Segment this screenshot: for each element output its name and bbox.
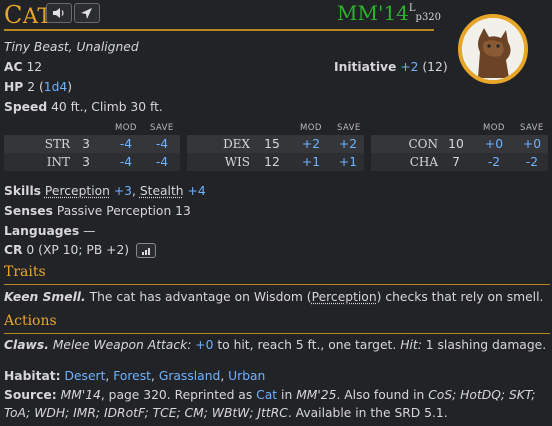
stat-score: 15 [264,137,280,151]
habitat: Habitat: Desert, Forest, Grassland, Urba… [4,369,266,383]
mod-header: MOD [300,123,322,133]
attack-roll[interactable]: +0 [195,338,213,352]
traits-heading: Traits [4,264,46,280]
header-rule [4,29,434,31]
stat-score: 3 [82,155,90,169]
stat-save-roll[interactable]: -4 [148,137,176,151]
habitat-link-urban[interactable]: Urban [228,369,265,383]
navigate-icon [81,7,92,19]
speaker-button[interactable] [46,3,72,23]
stat-score: 12 [264,155,280,169]
stat-save-roll[interactable]: +0 [518,137,546,151]
stat-name-int: INT [46,155,70,169]
stat-mod-roll[interactable]: +1 [297,155,325,169]
armor-class: AC 12 [4,60,43,74]
creature-name: CAT [4,1,52,29]
creature-token[interactable] [458,14,528,84]
stat-name-dex: DEX [223,137,250,151]
skill-link-perception[interactable]: Perception [312,290,377,304]
speed: Speed 40 ft., Climb 30 ft. [4,100,163,114]
save-header: SAVE [337,123,361,133]
source-reference[interactable]: MM'14Lp320 [337,1,441,25]
actions-heading: Actions [4,313,57,329]
stat-save-roll[interactable]: +1 [334,155,362,169]
stat-score: 10 [448,137,464,151]
trait-keen-smell: Keen Smell. The cat has advantage on Wis… [4,290,544,304]
skill-link-stealth[interactable]: Stealth [140,184,184,198]
traits-rule [4,284,550,285]
languages: Languages — [4,224,96,238]
stat-name-cha: CHA [409,155,438,169]
mod-header: MOD [483,123,505,133]
stat-mod-roll[interactable]: -2 [480,155,508,169]
mod-header: MOD [115,123,137,133]
stat-mod-roll[interactable]: -4 [112,155,140,169]
navigate-button[interactable] [74,3,100,23]
senses: Senses Passive Perception 13 [4,204,191,218]
skills: Skills Perception +3, Stealth +4 [4,184,206,198]
habitat-link-desert[interactable]: Desert [65,369,106,383]
save-header: SAVE [520,123,544,133]
reprint-link[interactable]: Cat [256,388,277,402]
stat-mod-roll[interactable]: -4 [112,137,140,151]
actions-rule [4,333,550,334]
stat-mod-roll[interactable]: +0 [480,137,508,151]
stat-save-roll[interactable]: -2 [518,155,546,169]
speaker-icon [53,8,64,18]
stat-score: 3 [82,137,90,151]
stat-name-wis: WIS [224,155,250,169]
bar-chart-icon [142,248,151,255]
stat-score: 7 [452,155,460,169]
action-claws: Claws. Melee Weapon Attack: +0 to hit, r… [4,338,547,352]
habitat-link-forest[interactable]: Forest [113,369,151,383]
cr-scaler-button[interactable] [136,243,157,258]
hp-dice-roll[interactable]: 1d4 [44,80,67,94]
hit-points: HP 2 (1d4) [4,80,73,94]
challenge-rating: CR 0 (XP 10; PB +2) [4,243,157,258]
initiative: Initiative +2 (12) [334,60,448,74]
stat-save-roll[interactable]: +2 [334,137,362,151]
cat-portrait-icon [462,18,524,80]
stat-name-str: STR [44,137,70,151]
stat-save-roll[interactable]: -4 [148,155,176,169]
initiative-roll[interactable]: +2 [400,60,418,74]
stat-name-con: CON [408,137,438,151]
skill-link-perception[interactable]: Perception [45,184,110,198]
skill-roll[interactable]: +4 [188,184,206,198]
save-header: SAVE [150,123,174,133]
source-line-2: ToA; WDH; IMR; IDRotF; TCE; CM; WBtW; Jt… [4,406,448,420]
habitat-link-grassland[interactable]: Grassland [159,369,221,383]
skill-roll[interactable]: +3 [114,184,132,198]
stat-mod-roll[interactable]: +2 [297,137,325,151]
source-line-1: Source: MM'14, page 320. Reprinted as Ca… [4,388,536,402]
size-type: Tiny Beast, Unaligned [4,40,139,54]
